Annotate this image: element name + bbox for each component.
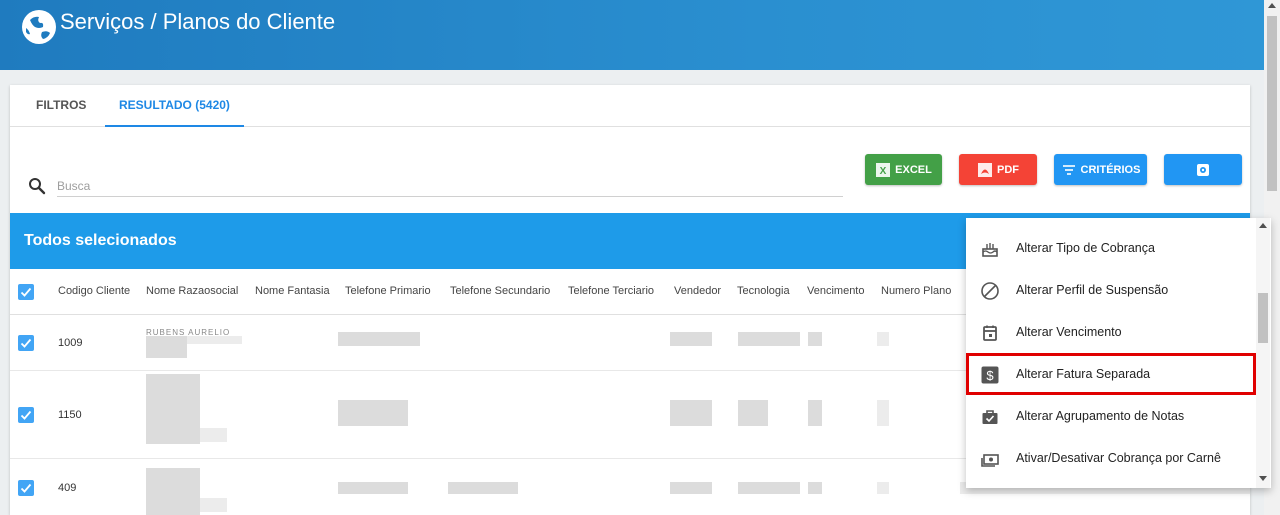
menu-item-label: Alterar Perfil de Suspensão xyxy=(1016,283,1169,297)
redacted-cell xyxy=(877,400,889,426)
svg-text:X: X xyxy=(880,166,887,177)
redacted-cell xyxy=(200,428,227,442)
redacted-cell xyxy=(448,482,518,494)
cake-icon xyxy=(982,243,998,257)
criteria-button[interactable]: CRITÉRIOS xyxy=(1054,154,1147,185)
check-icon xyxy=(20,410,32,420)
col-nome-fantasia[interactable]: Nome Fantasia xyxy=(255,285,330,297)
redacted-cell xyxy=(808,482,822,494)
row-checkbox[interactable] xyxy=(18,407,34,423)
menu-scrollbar[interactable] xyxy=(1256,218,1270,488)
redacted-cell xyxy=(146,374,200,444)
col-numero-plano[interactable]: Numero Plano xyxy=(881,285,951,297)
cell-codigo-cliente: 409 xyxy=(58,482,77,494)
check-icon xyxy=(20,287,32,297)
cell-codigo-cliente: 1150 xyxy=(58,409,82,421)
col-vencimento[interactable]: Vencimento xyxy=(807,285,864,297)
pdf-label: PDF xyxy=(997,163,1019,176)
scroll-thumb[interactable] xyxy=(1267,16,1277,191)
search-icon xyxy=(29,178,46,195)
redacted-cell xyxy=(187,336,242,344)
scroll-up-icon[interactable] xyxy=(1268,3,1276,8)
settings-button[interactable] xyxy=(1164,154,1242,185)
redacted-cell xyxy=(670,332,712,346)
redacted-cell xyxy=(146,336,187,358)
excel-label: EXCEL xyxy=(895,163,932,176)
redacted-cell xyxy=(877,482,889,494)
menu-item-perfil-suspensao[interactable]: Alterar Perfil de Suspensão xyxy=(966,269,1256,311)
app-header: Serviços / Planos do Cliente xyxy=(0,0,1264,70)
redacted-cell xyxy=(670,482,712,494)
menu-item-agrupamento-notas[interactable]: Alterar Agrupamento de Notas xyxy=(966,395,1256,437)
menu-item-label: Alterar Tipo de Cobrança xyxy=(1016,241,1155,255)
tab-filtros[interactable]: FILTROS xyxy=(36,85,86,127)
tab-resultado[interactable]: RESULTADO (5420) xyxy=(105,85,244,127)
redacted-cell xyxy=(808,400,822,426)
check-icon xyxy=(20,483,32,493)
actions-menu: Alterar Tipo de Cobrança Alterar Perfil … xyxy=(966,218,1271,488)
menu-item-label: Alterar Fatura Separada xyxy=(1016,367,1151,381)
search-input[interactable] xyxy=(57,175,843,197)
menu-item-label: Alterar Vencimento xyxy=(1016,325,1122,339)
menu-item-tipo-cobranca[interactable]: Alterar Tipo de Cobrança xyxy=(966,227,1256,269)
col-nome-razaosocial[interactable]: Nome Razaosocial xyxy=(146,285,238,297)
scroll-up-icon[interactable] xyxy=(1259,223,1267,228)
col-telefone-terciario[interactable]: Telefone Terciario xyxy=(568,285,654,297)
redacted-cell xyxy=(338,332,420,346)
redacted-cell xyxy=(738,482,800,494)
scroll-down-icon[interactable] xyxy=(1259,476,1267,481)
scroll-thumb[interactable] xyxy=(1258,293,1268,343)
dollar-icon: $ xyxy=(981,366,999,384)
pdf-button[interactable]: PDF xyxy=(959,154,1037,185)
menu-item-vencimento[interactable]: Alterar Vencimento xyxy=(966,311,1256,353)
filter-icon xyxy=(1061,162,1077,178)
globe-logo-icon xyxy=(22,10,56,44)
pdf-icon xyxy=(977,162,993,178)
svg-text:$: $ xyxy=(986,368,994,383)
excel-button[interactable]: X EXCEL xyxy=(865,154,942,185)
check-icon xyxy=(20,338,32,348)
excel-icon: X xyxy=(875,162,891,178)
redacted-cell xyxy=(738,332,800,346)
col-telefone-primario[interactable]: Telefone Primario xyxy=(345,285,431,297)
gear-icon xyxy=(1195,162,1211,178)
row-checkbox[interactable] xyxy=(18,335,34,351)
redacted-cell xyxy=(670,400,712,426)
redacted-cell xyxy=(808,332,822,346)
redacted-cell xyxy=(338,482,408,494)
calendar-icon xyxy=(983,325,997,341)
col-vendedor[interactable]: Vendedor xyxy=(674,285,721,297)
briefcase-check-icon xyxy=(982,410,998,424)
redacted-cell xyxy=(200,498,227,512)
menu-item-label: Ativar/Desativar Cobrança por Carnê xyxy=(1016,451,1221,465)
select-all-checkbox[interactable] xyxy=(18,284,34,300)
selection-title: Todos selecionados xyxy=(24,232,177,249)
page-title: Serviços / Planos do Cliente xyxy=(60,9,336,34)
redacted-cell xyxy=(146,468,200,515)
redacted-cell xyxy=(338,400,408,426)
row-checkbox[interactable] xyxy=(18,480,34,496)
col-tecnologia[interactable]: Tecnologia xyxy=(737,285,790,297)
col-telefone-secundario[interactable]: Telefone Secundario xyxy=(450,285,550,297)
block-icon xyxy=(981,282,999,300)
col-codigo-cliente[interactable]: Codigo Cliente xyxy=(58,285,130,297)
redacted-cell xyxy=(738,400,768,426)
criteria-label: CRITÉRIOS xyxy=(1080,163,1141,176)
menu-item-fatura-separada[interactable]: $ Alterar Fatura Separada xyxy=(966,353,1256,395)
menu-item-label: Alterar Agrupamento de Notas xyxy=(1016,409,1185,423)
tabs-bar: FILTROS RESULTADO (5420) xyxy=(10,85,1250,127)
redacted-cell xyxy=(877,332,889,346)
menu-item-cobranca-carne[interactable]: Ativar/Desativar Cobrança por Carnê xyxy=(966,437,1256,479)
money-icon xyxy=(981,454,999,467)
cell-codigo-cliente: 1009 xyxy=(58,337,83,349)
